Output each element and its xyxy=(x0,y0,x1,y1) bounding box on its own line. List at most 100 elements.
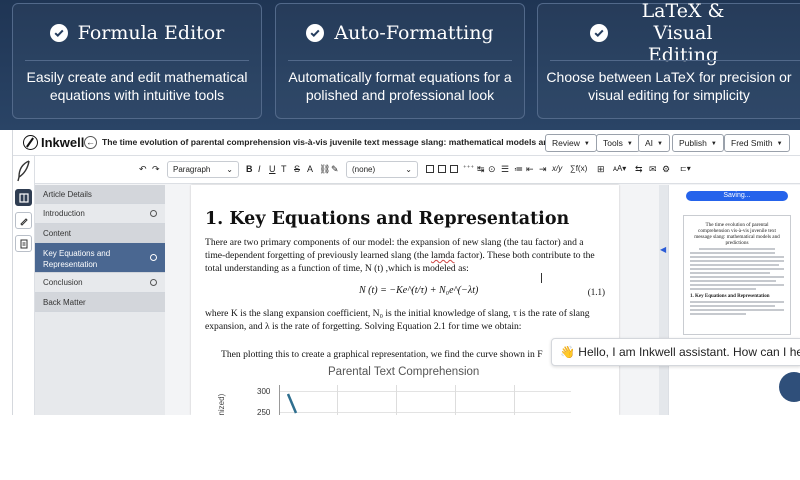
section-heading: 1. Key Equations and Representation xyxy=(205,209,570,229)
block-style-select[interactable]: Paragraph ⌄ xyxy=(167,161,239,178)
equation-icon[interactable]: ∑f(x) xyxy=(570,164,587,173)
equation[interactable]: N (t) = −Ke^(t/τ) + N₀e^(−λt) xyxy=(359,285,478,296)
y-tick: 300 xyxy=(257,387,271,396)
text-format-button[interactable]: T xyxy=(281,164,287,174)
inkwell-logo[interactable]: Inkwell xyxy=(23,135,84,150)
feature-hero: Formula Editor Easily create and edit ma… xyxy=(0,0,800,130)
table-icon[interactable] xyxy=(438,165,446,173)
collapse-preview-button[interactable]: ◀ xyxy=(659,185,668,415)
inkwell-app-screenshot: Inkwell ← The time evolution of parental… xyxy=(12,130,800,415)
outline-item-back-matter[interactable]: Back Matter xyxy=(35,293,165,312)
paragraph: There are two primary components of our … xyxy=(205,237,595,274)
divider xyxy=(550,60,800,61)
chart-title: Parental Text Comprehension xyxy=(328,366,480,378)
figure-icon[interactable] xyxy=(450,165,458,173)
grid-line xyxy=(337,385,338,415)
outline-item-introduction[interactable]: Introduction xyxy=(35,204,165,224)
brand-name: Inkwell xyxy=(41,135,85,150)
ai-menu[interactable]: AI ▼ xyxy=(638,134,670,152)
ordered-list-icon[interactable]: ≔ xyxy=(514,164,523,175)
grid-line xyxy=(514,385,515,415)
chart-y-label: gnized) xyxy=(217,393,226,415)
tools-menu[interactable]: Tools ▼ xyxy=(596,134,640,152)
footnote-icon[interactable]: ↹ xyxy=(477,164,485,175)
list-icon[interactable]: ☰ xyxy=(501,164,509,175)
more-icon[interactable]: ⊏▾ xyxy=(680,164,691,173)
thumbnail-heading: 1. Key Equations and Representation xyxy=(690,294,770,299)
mouse-cursor xyxy=(541,273,547,283)
document-title: The time evolution of parental comprehen… xyxy=(102,137,603,147)
paragraph: where K is the slang expansion coefficie… xyxy=(205,308,590,332)
link-icon[interactable]: ⛓ xyxy=(319,164,330,175)
y-tick: 250 xyxy=(257,408,271,415)
strikethrough-button[interactable]: S xyxy=(294,164,300,174)
font-color-button[interactable]: A xyxy=(307,164,313,174)
saving-status: Saving... xyxy=(686,191,788,201)
feature-description: Easily create and edit mathematical equa… xyxy=(26,69,248,103)
editor-toolbar: ↶ ↷ Paragraph ⌄ B I U T S A ⛓ ✎ (none) ⌄ ⁺… xyxy=(35,156,800,184)
app-header: Inkwell ← The time evolution of parental… xyxy=(13,130,800,156)
bold-button[interactable]: B xyxy=(246,164,253,174)
page-thumbnail[interactable]: The time evolution of parental comprehen… xyxy=(683,215,791,335)
outline-item-article-details[interactable]: Article Details xyxy=(35,185,165,204)
text-size-icon[interactable]: ᴀA▾ xyxy=(613,164,626,173)
feature-card-auto-formatting: Auto-Formatting Automatically format equ… xyxy=(275,3,525,119)
check-circle-icon xyxy=(49,24,68,42)
chart-plot-area xyxy=(279,385,571,415)
feature-description: Automatically format equations for a pol… xyxy=(288,69,512,103)
assistant-greeting[interactable]: 👋 Hello, I am Inkwell assistant. How can… xyxy=(551,338,800,366)
left-tool-rail xyxy=(13,156,35,415)
insert-symbol-icon[interactable]: ⁺⁺⁺ xyxy=(463,164,474,172)
highlight-icon[interactable]: ✎ xyxy=(331,164,339,175)
outline-item-content[interactable]: Content xyxy=(35,224,165,243)
review-view-button[interactable] xyxy=(15,212,32,229)
chevron-down-icon: ⌄ xyxy=(405,165,412,174)
pen-nib-icon xyxy=(23,135,38,150)
book-icon xyxy=(18,192,29,203)
divider xyxy=(25,60,249,61)
feature-title: Auto-Formatting xyxy=(334,22,494,44)
outline-item-conclusion[interactable]: Conclusion xyxy=(35,273,165,293)
edit-icon xyxy=(19,217,28,226)
settings-icon[interactable]: ⚙ xyxy=(662,164,670,175)
image-icon[interactable] xyxy=(426,165,434,173)
user-menu[interactable]: Fred Smith ▼ xyxy=(724,134,790,152)
redo-icon[interactable]: ↷ xyxy=(152,164,160,175)
grid-line xyxy=(396,385,397,415)
outdent-icon[interactable]: ⇤ xyxy=(526,164,534,175)
equation-number: (1.1) xyxy=(587,287,605,297)
italic-button[interactable]: I xyxy=(258,164,261,174)
divider xyxy=(288,60,512,61)
underline-button[interactable]: U xyxy=(269,164,276,174)
comment-icon[interactable]: ✉ xyxy=(649,164,657,175)
chevron-down-icon: ⌄ xyxy=(226,165,233,174)
chevron-left-icon: ◀ xyxy=(660,245,667,254)
feature-card-formula-editor: Formula Editor Easily create and edit ma… xyxy=(12,3,262,119)
document-view-button[interactable] xyxy=(15,235,32,252)
code-icon[interactable]: ⊞ xyxy=(597,164,605,175)
inline-math-icon[interactable]: x/y xyxy=(552,164,562,173)
review-menu[interactable]: Review ▼ xyxy=(545,134,597,152)
indent-icon[interactable]: ⇥ xyxy=(539,164,547,175)
publish-menu[interactable]: Publish ▼ xyxy=(672,134,724,152)
thumbnail-title: The time evolution of parental comprehen… xyxy=(694,222,780,246)
chart-curve xyxy=(287,393,298,414)
status-circle-icon xyxy=(150,210,157,217)
check-circle-icon xyxy=(590,24,608,42)
grid-line xyxy=(455,385,456,415)
status-circle-icon xyxy=(150,279,157,286)
outline-view-button[interactable] xyxy=(15,189,32,206)
check-circle-icon xyxy=(306,24,325,42)
back-arrow-icon[interactable]: ← xyxy=(84,136,97,149)
direction-icon[interactable]: ⇆ xyxy=(635,164,643,175)
style-select[interactable]: (none) ⌄ xyxy=(346,161,418,178)
outline-item-key-equations[interactable]: Key Equations and Representation xyxy=(35,243,165,273)
feather-icon xyxy=(17,160,30,182)
feature-title: Formula Editor xyxy=(77,22,225,44)
status-circle-icon xyxy=(150,254,157,261)
undo-icon[interactable]: ↶ xyxy=(139,164,147,175)
feature-description: Choose between LaTeX for precision or vi… xyxy=(546,69,792,103)
citation-icon[interactable]: ⊙ xyxy=(488,164,496,175)
misspelled-word[interactable]: lamda xyxy=(431,250,454,261)
document-page[interactable]: 1. Key Equations and Representation Ther… xyxy=(191,185,619,415)
